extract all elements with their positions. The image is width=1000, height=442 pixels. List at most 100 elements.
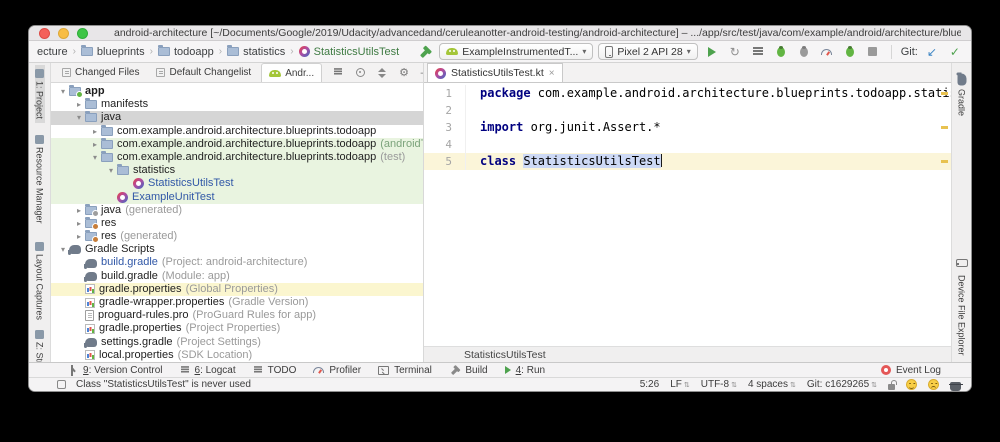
tool-button-resource-manager[interactable]: Resource Manager	[35, 131, 45, 228]
tree-item-manifests[interactable]: ▸ manifests	[51, 98, 423, 111]
zoom-window-button[interactable]	[77, 27, 88, 39]
package-folder-icon	[101, 124, 113, 136]
tree-item-build-gradle-module[interactable]: build.gradle (Module: app)	[51, 270, 423, 283]
toolwindow-logcat[interactable]: 6: Logcat	[180, 365, 236, 376]
collapse-all-icon[interactable]	[375, 66, 389, 80]
run-configuration-select[interactable]: ExampleInstrumentedT... ▾	[439, 43, 594, 60]
tab-android[interactable]: Andr...	[261, 63, 323, 82]
rerun-tests-button[interactable]	[841, 43, 859, 61]
git-commit-button[interactable]: ✓	[946, 43, 964, 61]
git-update-button[interactable]: ↙	[923, 43, 941, 61]
tree-item-app[interactable]: ▾ app	[51, 85, 423, 99]
sad-feedback-icon[interactable]	[928, 379, 939, 390]
tree-item-build-gradle-project[interactable]: build.gradle (Project: android-architectu…	[51, 256, 423, 269]
tree-item-proguard-rules[interactable]: proguard-rules.pro (ProGuard Rules for ap…	[51, 309, 423, 322]
tree-item-java-generated[interactable]: ▸ java (generated)	[51, 204, 423, 217]
chevron-expanded-icon[interactable]: ▾	[89, 151, 101, 164]
tree-item-statisticsutilstest[interactable]: StatisticsUtilsTest	[51, 177, 423, 191]
tree-item-package-main[interactable]: ▸ com.example.android.architecture.bluepr…	[51, 125, 423, 138]
toolwindow-run[interactable]: 4: Run	[504, 365, 545, 376]
tool-button-structure[interactable]: Z: Structure	[35, 326, 45, 362]
toolwindow-profiler[interactable]: Profiler	[313, 365, 361, 376]
tree-item-res[interactable]: ▸ res	[51, 217, 423, 230]
device-select[interactable]: Pixel 2 API 28 ▾	[598, 43, 698, 60]
tool-button-device-file-explorer[interactable]: Device File Explorer	[955, 250, 968, 360]
chevron-collapsed-icon[interactable]: ▸	[73, 204, 85, 217]
code-area[interactable]: 1 package com.example.android.architectu…	[424, 83, 951, 346]
toolwindow-todo[interactable]: TODO	[253, 365, 296, 376]
debug-button[interactable]	[772, 43, 790, 61]
tool-button-layout-captures[interactable]: Layout Captures	[35, 238, 45, 324]
apply-changes-icon: ↻	[729, 44, 740, 59]
build-button[interactable]	[416, 43, 434, 61]
line-ending-widget[interactable]: LF ⇅	[670, 379, 690, 390]
tree-item-gradle-properties-project[interactable]: gradle.properties (Project Properties)	[51, 322, 423, 335]
highlighting-level-icon[interactable]	[948, 381, 963, 391]
window-title: android-architecture [~/Documents/Google…	[114, 27, 961, 39]
collapse-icon	[378, 67, 387, 78]
toolwindow-terminal[interactable]: Terminal	[378, 365, 432, 376]
chevron-collapsed-icon[interactable]: ▸	[73, 230, 85, 243]
breadcrumb-statistics[interactable]: statistics	[227, 45, 285, 58]
encoding-widget[interactable]: UTF-8 ⇅	[701, 379, 737, 390]
terminal-icon	[378, 365, 390, 375]
tree-item-java[interactable]: ▾ java	[51, 111, 423, 125]
tree-item-settings-gradle[interactable]: settings.gradle (Project Settings)	[51, 336, 423, 349]
chevron-expanded-icon[interactable]: ▾	[57, 85, 69, 98]
tree-item-package-test[interactable]: ▾ com.example.android.architecture.bluepr…	[51, 150, 423, 165]
editor-tab-statisticsutilstest[interactable]: StatisticsUtilsTest.kt ×	[427, 63, 563, 83]
breadcrumb-architecture[interactable]: ecture	[37, 46, 68, 58]
chevron-collapsed-icon[interactable]: ▸	[73, 98, 85, 111]
tree-item-res-generated[interactable]: ▸ res (generated)	[51, 230, 423, 244]
attach-debugger-button[interactable]	[795, 43, 813, 61]
chevron-expanded-icon[interactable]: ▾	[73, 111, 85, 124]
toolwindow-version-control[interactable]: 9: Version Control	[69, 364, 163, 376]
tree-item-gradle-scripts[interactable]: ▾ Gradle Scripts	[51, 243, 423, 256]
apply-code-changes-button[interactable]	[749, 43, 767, 61]
tree-item-gradle-wrapper-properties[interactable]: gradle-wrapper.properties (Gradle Version…	[51, 296, 423, 309]
tree-item-package-androidtest[interactable]: ▸ com.example.android.architecture.bluepr…	[51, 137, 423, 151]
breadcrumb-blueprints[interactable]: blueprints	[80, 45, 145, 58]
indent-widget[interactable]: 4 spaces ⇅	[748, 379, 796, 390]
caret-position-widget[interactable]: 5:26	[640, 379, 659, 390]
breadcrumb-class[interactable]: StatisticsUtilsTest	[464, 349, 546, 361]
toolwindow-build[interactable]: Build	[449, 364, 488, 376]
chevron-expanded-icon[interactable]: ▾	[105, 164, 117, 177]
tool-button-gradle[interactable]: Gradle	[956, 69, 968, 120]
settings-icon[interactable]: ⚙	[397, 66, 411, 80]
tree-item-gradle-properties-global[interactable]: gradle.properties (Global Properties)	[51, 282, 423, 296]
tab-default-changelist[interactable]: Default Changelist	[149, 65, 258, 80]
close-icon[interactable]: ×	[549, 68, 555, 79]
breadcrumb-todoapp[interactable]: todoapp	[157, 45, 214, 58]
folder-icon	[157, 45, 170, 56]
tree-item-exampleunittest[interactable]: ExampleUnitTest	[51, 190, 423, 204]
inspection-widget-icon[interactable]	[57, 380, 66, 389]
project-tree: ▾ app ▸ manifests ▾ java ▸ com.example.andro…	[51, 83, 423, 362]
view-options-icon[interactable]	[331, 66, 345, 80]
tab-changed-files[interactable]: Changed Files	[55, 65, 146, 80]
run-button[interactable]	[703, 43, 721, 61]
toolwindow-event-log[interactable]: Event Log	[880, 365, 941, 376]
git-history-button[interactable]: ◷	[969, 43, 971, 61]
error-stripe-mark[interactable]	[941, 92, 948, 95]
readonly-lock-icon[interactable]	[888, 380, 897, 390]
git-branch-widget[interactable]: Git: c1629265 ⇅	[807, 379, 877, 390]
breadcrumb-statisticsutilstest[interactable]: StatisticsUtilsTest	[298, 46, 399, 58]
happy-feedback-icon[interactable]	[906, 379, 917, 390]
chevron-collapsed-icon[interactable]: ▸	[73, 217, 85, 230]
error-stripe-mark[interactable]	[941, 126, 948, 129]
stop-button[interactable]	[864, 43, 882, 61]
tool-button-project[interactable]: 1: Project	[34, 65, 45, 124]
apply-changes-button[interactable]: ↻	[726, 43, 744, 61]
profile-button[interactable]	[818, 43, 836, 61]
chevron-collapsed-icon[interactable]: ▸	[89, 125, 101, 138]
folder-icon	[85, 111, 97, 123]
locate-file-icon[interactable]	[353, 66, 367, 80]
tree-item-statistics[interactable]: ▾ statistics	[51, 164, 423, 178]
breadcrumb-label: blueprints	[96, 45, 145, 58]
tree-item-local-properties[interactable]: local.properties (SDK Location)	[51, 349, 423, 362]
chevron-collapsed-icon[interactable]: ▸	[89, 138, 101, 151]
minimize-window-button[interactable]	[58, 27, 69, 39]
error-stripe-mark[interactable]	[941, 160, 948, 163]
close-window-button[interactable]	[39, 27, 50, 39]
